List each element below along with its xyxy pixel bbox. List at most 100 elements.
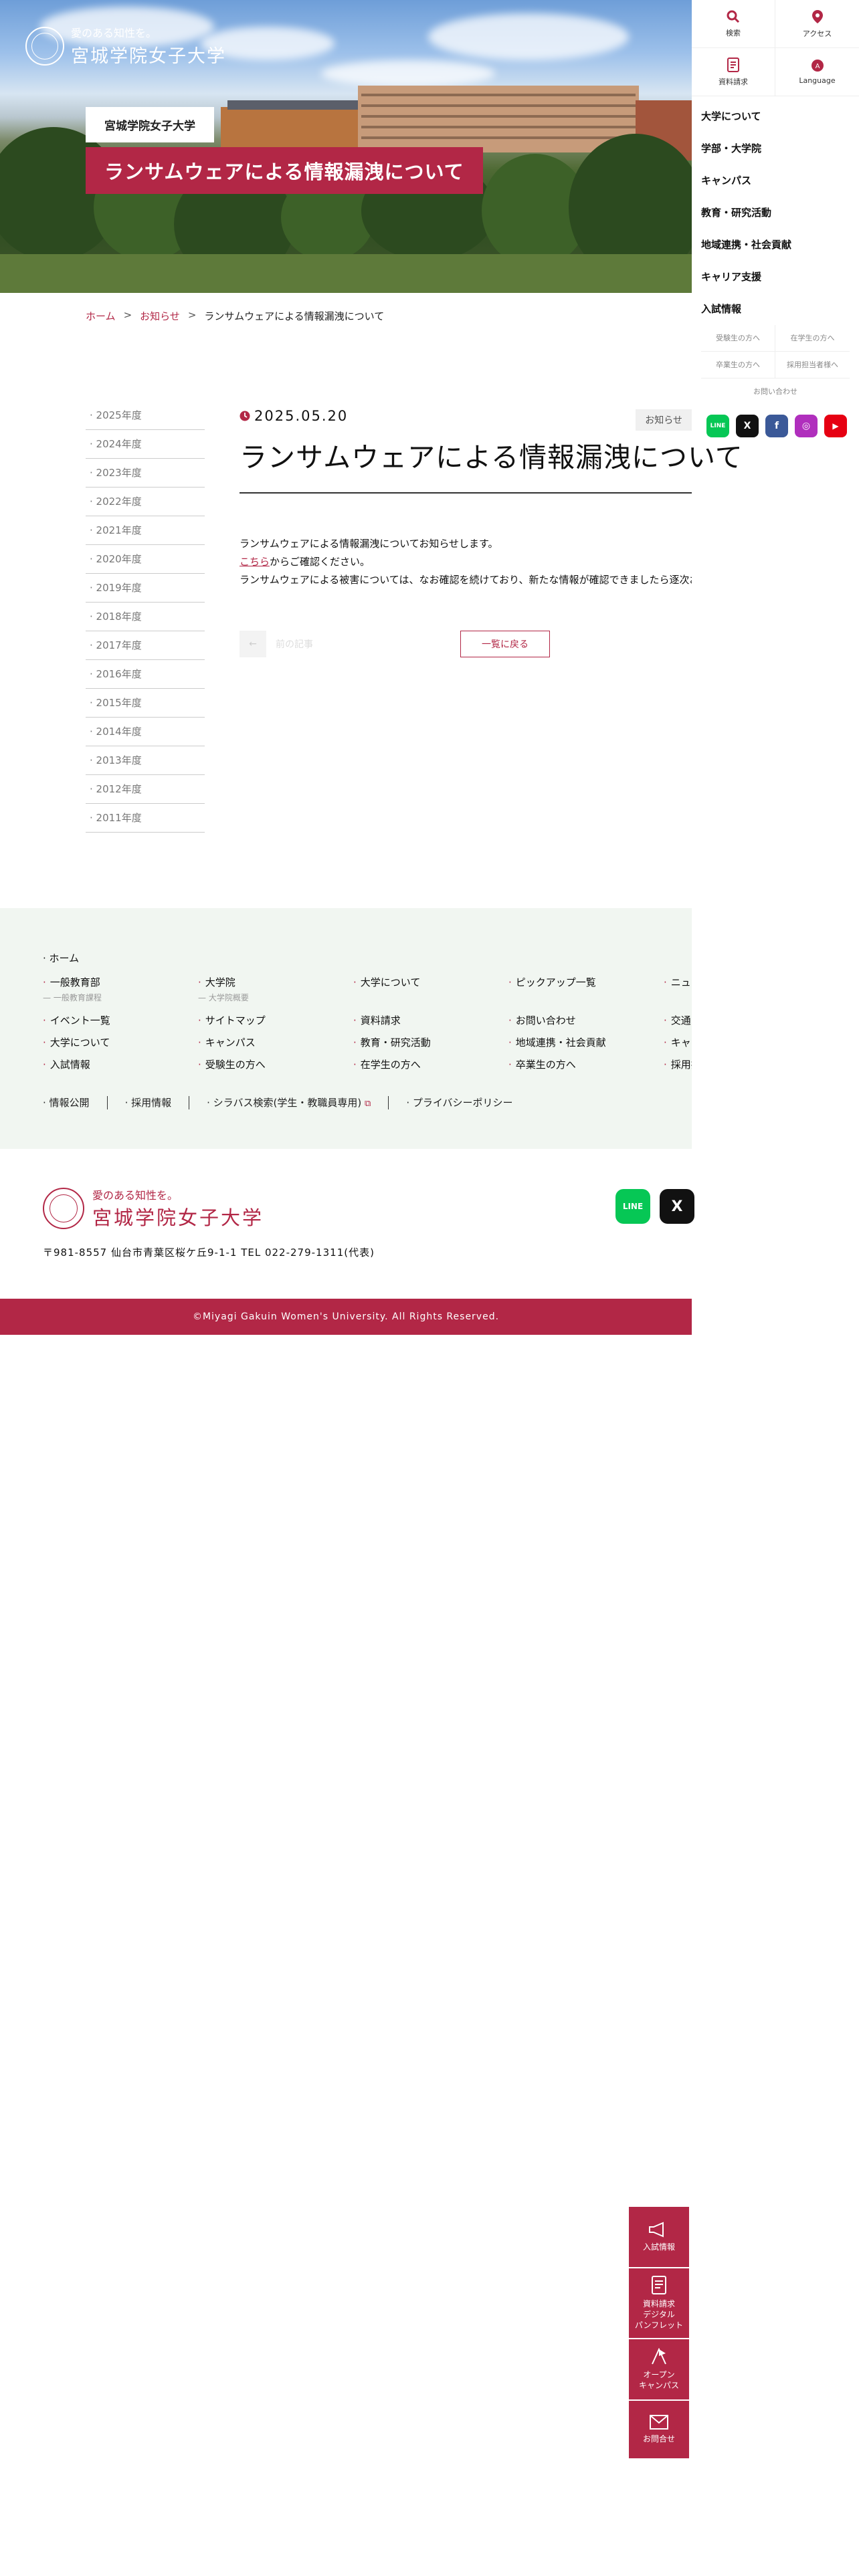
- article: 2025.05.20 お知らせ ランサムウェアによる情報漏洩について ランサムウ…: [240, 401, 743, 657]
- school-seal-icon: [25, 26, 64, 66]
- year-link[interactable]: · 2019年度: [86, 574, 205, 603]
- footer-link[interactable]: · 一般教育部 — 一般教育課程: [43, 975, 102, 1003]
- breadcrumb-current: ランサムウェアによる情報漏洩について: [204, 310, 385, 322]
- language-button[interactable]: A Language: [775, 48, 859, 96]
- nav-research[interactable]: 教育・研究活動: [701, 197, 859, 229]
- details-link[interactable]: こちら: [240, 556, 270, 568]
- footer-link[interactable]: · 大学院 — 大学院概要: [198, 975, 249, 1003]
- nav-admissions[interactable]: 入試情報: [701, 293, 859, 325]
- back-to-list-button[interactable]: 一覧に戻る: [460, 631, 550, 657]
- nav-prospective[interactable]: 受験生の方へ: [701, 325, 775, 352]
- instagram-icon[interactable]: ◎: [795, 415, 818, 437]
- admission-info-button[interactable]: 入試情報: [629, 2207, 689, 2268]
- year-archive-list: · 2025年度 · 2024年度 · 2023年度 · 2022年度 · 20…: [86, 401, 205, 833]
- language-label: Language: [799, 76, 836, 85]
- nav-community[interactable]: 地域連携・社会貢献: [701, 229, 859, 261]
- nav-about[interactable]: 大学について: [701, 100, 859, 132]
- year-link[interactable]: · 2024年度: [86, 430, 205, 459]
- footer-link[interactable]: · 大学について: [353, 975, 420, 989]
- footer-logo[interactable]: 愛のある知性を。 宮城学院女子大学: [43, 1186, 375, 1230]
- footer-link[interactable]: · 卒業生の方へ: [508, 1057, 576, 1071]
- footer-link[interactable]: · 資料請求: [353, 1013, 401, 1027]
- line-icon[interactable]: LINE: [706, 415, 729, 437]
- brochure-request-button[interactable]: 資料請求 デジタル パンフレット: [629, 2268, 689, 2339]
- access-button[interactable]: アクセス: [775, 0, 859, 48]
- footer-link[interactable]: ·キャリア支援: [664, 1035, 692, 1049]
- year-link[interactable]: · 2011年度: [86, 804, 205, 833]
- footer-link[interactable]: ·ニュース: [664, 975, 692, 989]
- footer-link[interactable]: · 大学について: [43, 1035, 110, 1049]
- nav-students[interactable]: 在学生の方へ: [775, 325, 850, 352]
- nav-campus[interactable]: キャンパス: [701, 165, 859, 197]
- school-seal-icon: [43, 1188, 84, 1229]
- year-link[interactable]: · 2014年度: [86, 718, 205, 746]
- prev-article-button[interactable]: ← 前の記事: [240, 631, 313, 657]
- footer-link[interactable]: · ピックアップ一覧: [508, 975, 596, 989]
- svg-text:A: A: [815, 63, 820, 70]
- contact-button[interactable]: お問合せ: [629, 2401, 689, 2460]
- search-button[interactable]: 検索: [692, 0, 775, 48]
- footer-link[interactable]: · キャンパス: [198, 1035, 256, 1049]
- right-navigation: 検索 アクセス 資料請求 A Language 大学について 学部・大学院 キャ…: [692, 0, 859, 2576]
- footer-link[interactable]: · 在学生の方へ: [353, 1057, 421, 1071]
- search-label: 検索: [726, 28, 741, 37]
- footer-link[interactable]: · 入試情報: [43, 1057, 90, 1071]
- line-icon[interactable]: LINE: [615, 1189, 650, 1224]
- copyright: ©Miyagi Gakuin Women's University. All R…: [0, 1299, 692, 1335]
- brochure-button[interactable]: 資料請求: [692, 48, 775, 96]
- body-line: ランサムウェアによる情報漏洩についてお知らせします。: [240, 538, 498, 550]
- year-link[interactable]: · 2015年度: [86, 689, 205, 718]
- nav-alumni[interactable]: 卒業生の方へ: [701, 352, 775, 379]
- nav-career[interactable]: キャリア支援: [701, 261, 859, 293]
- open-campus-button[interactable]: オープン キャンパス: [629, 2339, 689, 2401]
- breadcrumb-home[interactable]: ホーム: [86, 309, 116, 323]
- year-link[interactable]: · 2023年度: [86, 459, 205, 488]
- youtube-icon[interactable]: ▶: [824, 415, 847, 437]
- footer-link-recruit[interactable]: · 採用情報: [125, 1095, 172, 1109]
- footer-link[interactable]: ·交通アクセス: [664, 1013, 692, 1027]
- footer-link-disclosure[interactable]: · 情報公開: [43, 1095, 90, 1109]
- year-link[interactable]: · 2022年度: [86, 488, 205, 516]
- year-link[interactable]: · 2016年度: [86, 660, 205, 689]
- brochure-label: 資料請求: [719, 77, 748, 86]
- chevron-left-icon: ←: [240, 631, 266, 657]
- footer-link[interactable]: · 教育・研究活動: [353, 1035, 431, 1049]
- footer-link-privacy[interactable]: · プライバシーポリシー: [406, 1095, 512, 1109]
- footer-link[interactable]: · イベント一覧: [43, 1013, 110, 1027]
- search-icon: [727, 10, 740, 23]
- year-link[interactable]: · 2017年度: [86, 631, 205, 660]
- footer-tagline: 愛のある知性を。: [92, 1189, 179, 1202]
- year-link[interactable]: · 2018年度: [86, 603, 205, 631]
- article-title: ランサムウェアによる情報漏洩について: [240, 435, 743, 494]
- footer-info: 愛のある知性を。 宮城学院女子大学 〒981-8557 仙台市青葉区桜ケ丘9-1…: [43, 1186, 375, 1259]
- year-link[interactable]: · 2021年度: [86, 516, 205, 545]
- year-link[interactable]: · 2020年度: [86, 545, 205, 574]
- nav-faculties[interactable]: 学部・大学院: [701, 132, 859, 165]
- footer-link-home[interactable]: · ホーム: [43, 951, 79, 965]
- language-icon: A: [811, 60, 824, 72]
- logo-tagline: 愛のある知性を。: [71, 27, 157, 39]
- footer-link[interactable]: · サイトマップ: [198, 1013, 266, 1027]
- footer-link[interactable]: · 受験生の方へ: [198, 1057, 266, 1071]
- site-logo[interactable]: 愛のある知性を。 宮城学院女子大学: [25, 24, 226, 68]
- x-icon[interactable]: X: [660, 1189, 694, 1224]
- footer-link[interactable]: ·採用担当者様へ: [664, 1057, 692, 1071]
- breadcrumb-news[interactable]: お知らせ: [140, 309, 180, 323]
- external-link-icon: ⧉: [365, 1099, 371, 1109]
- year-link[interactable]: · 2013年度: [86, 746, 205, 775]
- footer-link-syllabus[interactable]: · シラバス検索(学生・教職員専用) ⧉: [207, 1095, 371, 1109]
- hero-subtitle: 宮城学院女子大学: [86, 107, 214, 142]
- hero-banner: 愛のある知性を。 宮城学院女子大学 宮城学院女子大学 ランサムウェアによる情報漏…: [0, 0, 692, 293]
- footer-link[interactable]: · 地域連携・社会貢献: [508, 1035, 606, 1049]
- x-icon[interactable]: X: [736, 415, 759, 437]
- facebook-icon[interactable]: f: [765, 415, 788, 437]
- footer-bottom-links: · 情報公開 · 採用情報 · シラバス検索(学生・教職員専用) ⧉ · プライ…: [43, 1095, 513, 1109]
- nav-recruiters[interactable]: 採用担当者様へ: [775, 352, 850, 379]
- year-link[interactable]: · 2025年度: [86, 401, 205, 430]
- category-badge: お知らせ: [636, 409, 692, 431]
- floating-action-buttons: 入試情報 資料請求 デジタル パンフレット オープン キャンパス お問合せ: [629, 2207, 689, 2460]
- year-link[interactable]: · 2012年度: [86, 775, 205, 804]
- nav-contact[interactable]: お問い合わせ: [701, 379, 850, 405]
- footer-link[interactable]: · お問い合わせ: [508, 1013, 576, 1027]
- divider: [388, 1095, 389, 1109]
